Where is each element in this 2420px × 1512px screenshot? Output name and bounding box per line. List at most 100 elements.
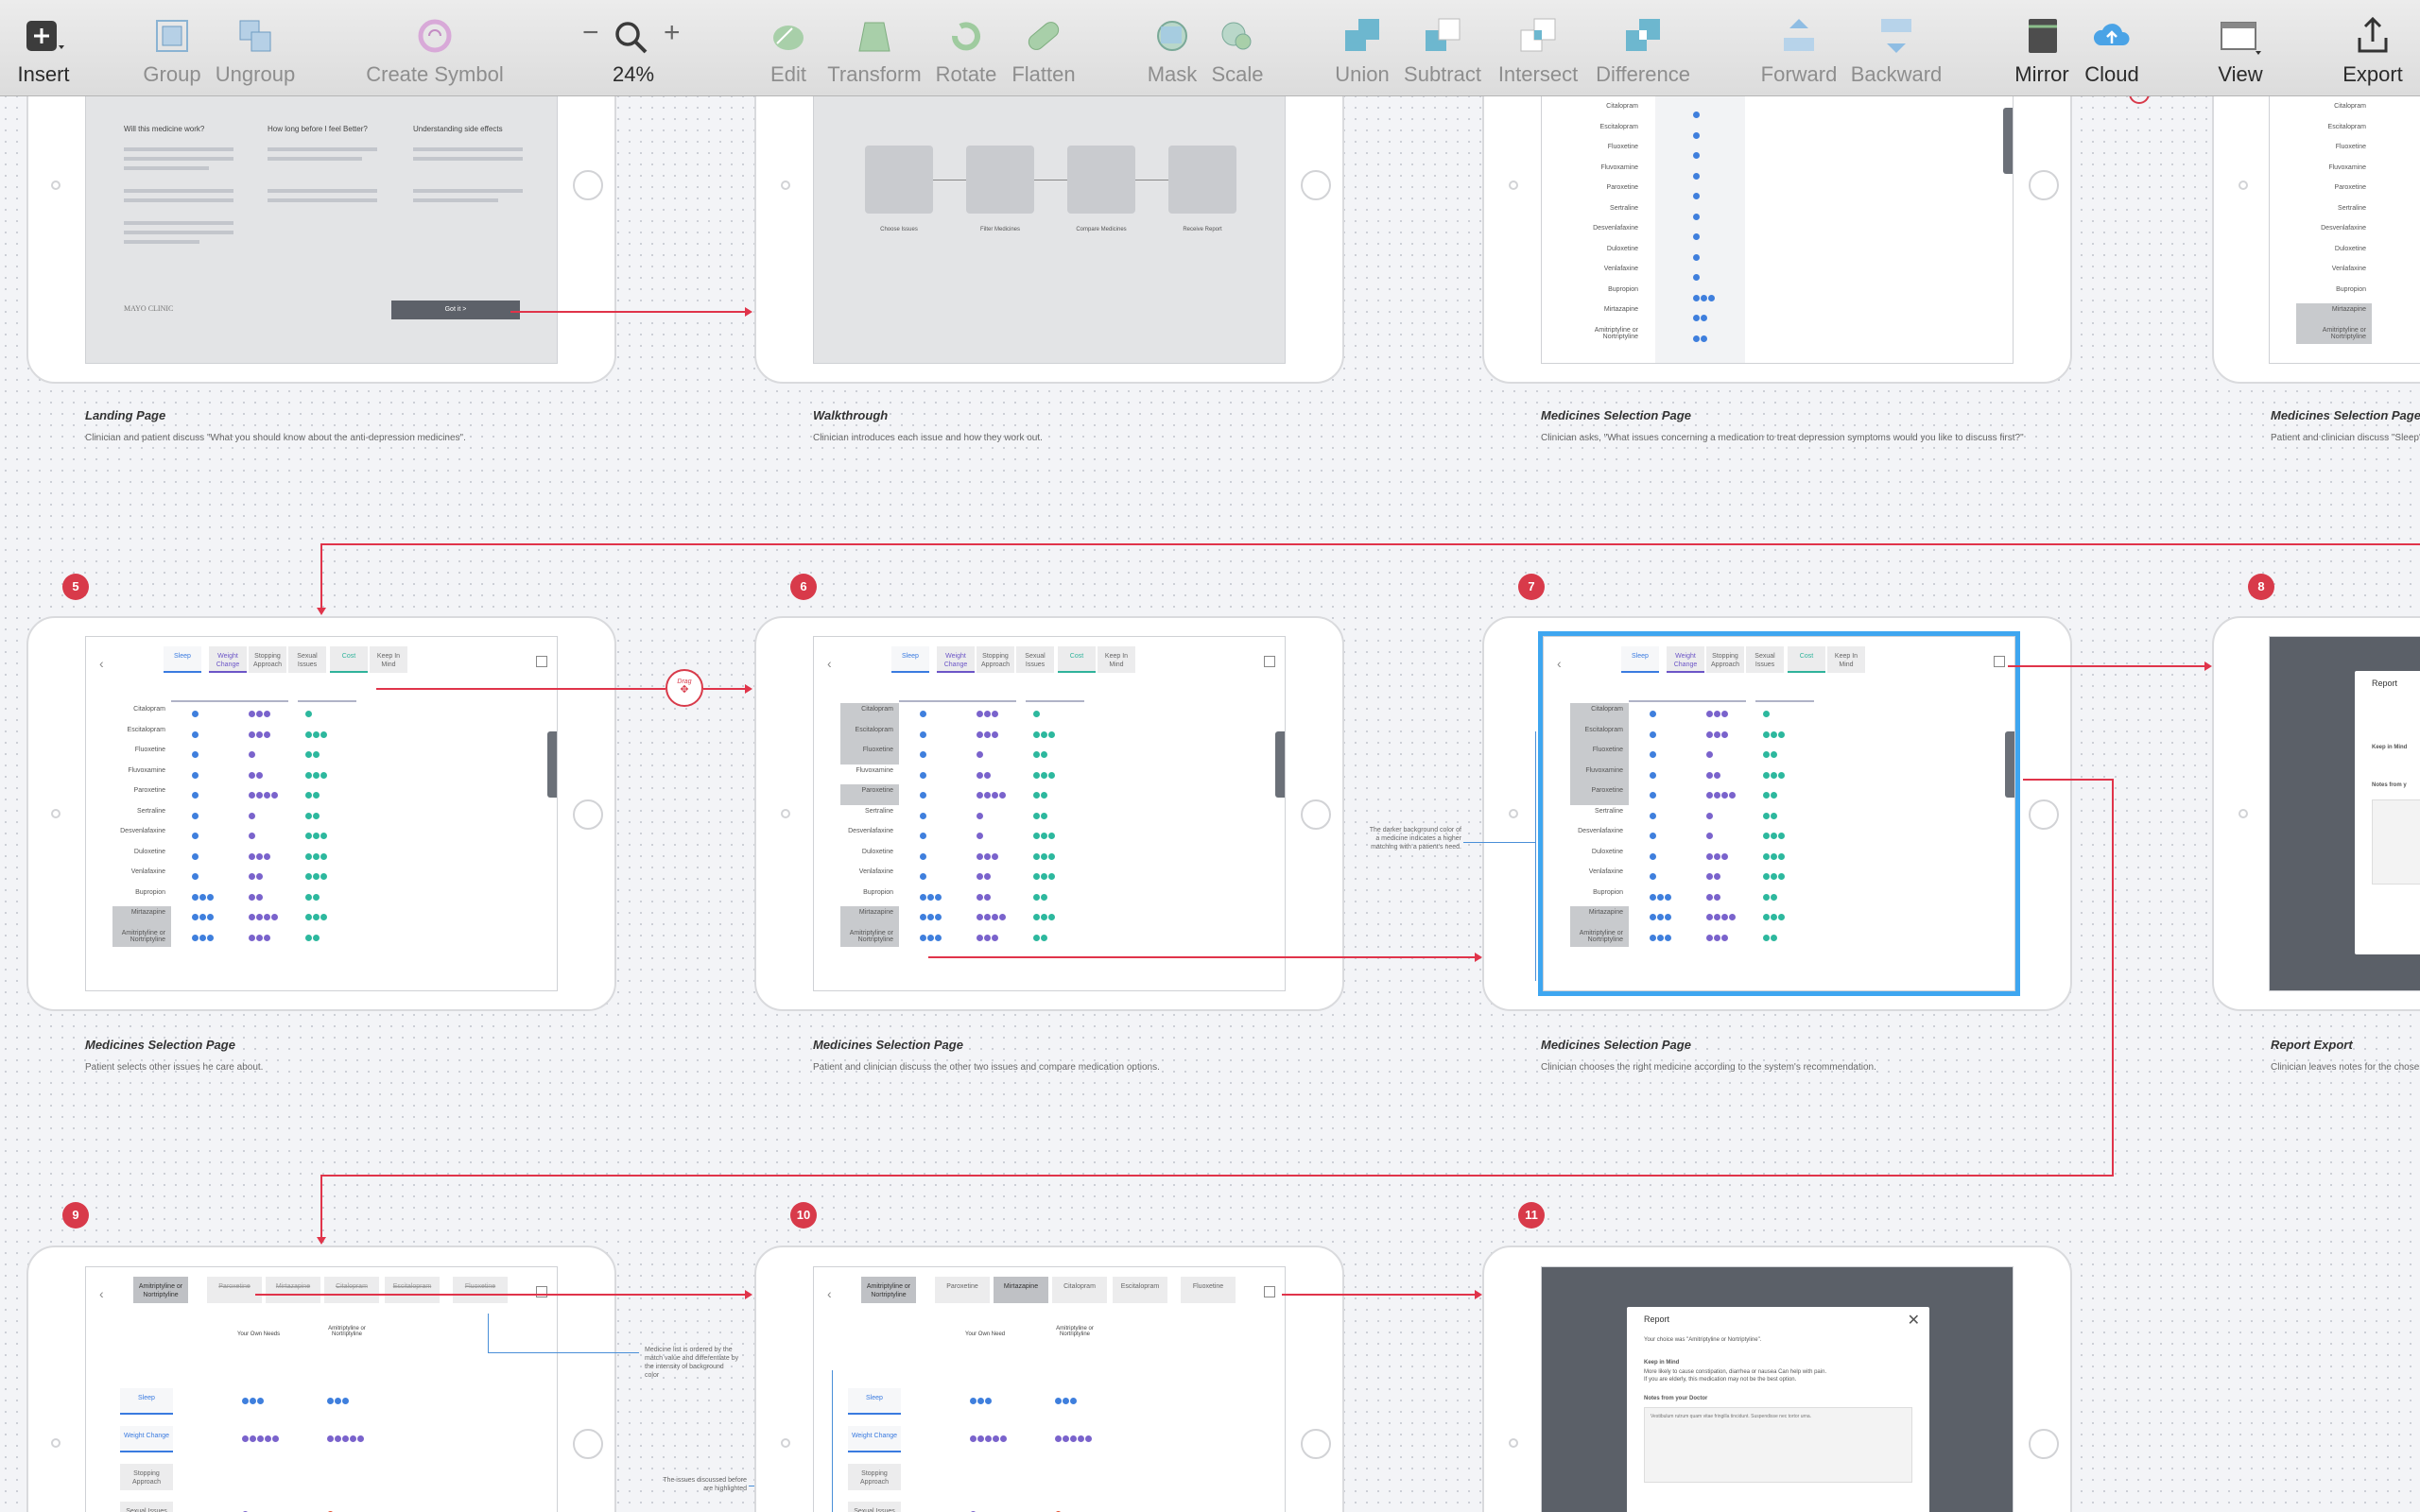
mask-button[interactable]: Mask [1142,0,1202,96]
medicine-row[interactable]: Fluvoxamine [2296,162,2372,182]
medicine-row[interactable]: Amitriptyline or Nortriptyline [2296,323,2372,344]
medicine-row[interactable]: Fluvoxamine [112,765,171,785]
got-it-button[interactable]: Got it > [391,301,520,319]
medicine-row[interactable]: Desvenlafaxine [1568,222,1644,243]
compare-tab[interactable] [2003,108,2013,174]
medicine-row[interactable]: Fluoxetine [2296,141,2372,162]
medicine-row[interactable]: Mirtazapine [2296,303,2372,324]
insert-button[interactable]: Insert [8,0,79,96]
medicine-row[interactable]: Mirtazapine [112,906,171,927]
side-issue[interactable]: Stopping Approach [848,1464,901,1490]
medicine-row[interactable]: Citalopram [1568,100,1644,121]
screen-medicines-table-selected[interactable]: ‹ Sleep Weight Change Stopping Approach Sexu… [1538,631,2020,996]
medicine-row[interactable]: Paroxetine [2296,181,2372,202]
medicine-row[interactable]: Fluoxetine [1568,141,1644,162]
side-issue[interactable]: Sexual Issues [120,1502,173,1512]
medicine-row[interactable]: Bupropion [1570,886,1629,907]
difference-button[interactable]: Difference [1592,0,1694,96]
share-icon[interactable] [536,656,547,667]
medicine-row[interactable]: Fluvoxamine [1568,162,1644,182]
medicine-row[interactable]: Citalopram [2296,100,2372,121]
tab-issue[interactable]: Cost [1788,646,1825,673]
side-issue[interactable]: Weight Change [120,1426,173,1452]
medicine-row[interactable]: Sertraline [1568,202,1644,223]
medicine-row[interactable]: Paroxetine [1568,181,1644,202]
create-symbol-button[interactable]: Create Symbol [359,0,510,96]
export-button[interactable]: Export [2335,0,2411,96]
tab-issue[interactable]: Sexual Issues [1016,646,1054,673]
medicine-row[interactable]: Mirtazapine [1570,906,1629,927]
medicine-row[interactable]: Venlafaxine [112,866,171,886]
medicine-row[interactable]: Bupropion [840,886,899,907]
medicine-row[interactable]: Sertraline [2296,202,2372,223]
tab-issue[interactable]: Keep In Mind [1827,646,1865,673]
medicine-row[interactable]: Duloxetine [2296,243,2372,264]
tab-issue[interactable]: Sleep [1621,646,1659,673]
medicine-row[interactable]: Fluvoxamine [840,765,899,785]
notes-textarea[interactable] [2372,799,2420,885]
medicine-row[interactable]: Sertraline [1570,805,1629,826]
compare-tab[interactable] [547,731,557,798]
back-icon[interactable]: ‹ [99,656,104,671]
tab-issue[interactable]: Sleep [891,646,929,673]
medicine-row[interactable]: Sertraline [840,805,899,826]
zoom-in-button[interactable]: + [664,17,681,49]
transform-button[interactable]: Transform [822,0,926,96]
medicine-row[interactable]: Paroxetine [1570,784,1629,805]
medicine-row[interactable]: Venlafaxine [2296,263,2372,284]
view-button[interactable]: View [2203,0,2278,96]
medicine-row[interactable]: Venlafaxine [1568,263,1644,284]
compare-tab-medicine[interactable]: Paroxetine [207,1277,262,1303]
scale-button[interactable]: Scale [1208,0,1267,96]
medicine-row[interactable]: Venlafaxine [1570,866,1629,886]
medicine-row[interactable]: Venlafaxine [840,866,899,886]
medicine-row[interactable]: Duloxetine [840,846,899,867]
zoom-out-button[interactable]: − [582,17,599,49]
medicine-row[interactable]: Amitriptyline or Nortriptyline [112,926,171,947]
intersect-button[interactable]: Intersect [1492,0,1584,96]
medicine-row[interactable]: Bupropion [112,886,171,907]
tab-issue[interactable]: Cost [330,646,368,673]
edit-button[interactable]: Edit [762,0,815,96]
medicine-row[interactable]: Desvenlafaxine [840,825,899,846]
close-icon[interactable]: ✕ [1908,1311,1920,1330]
union-button[interactable]: Union [1331,0,1393,96]
forward-button[interactable]: Forward [1758,0,1840,96]
subtract-button[interactable]: Subtract [1401,0,1484,96]
medicine-row[interactable]: Desvenlafaxine [112,825,171,846]
medicine-row[interactable]: Fluoxetine [840,744,899,765]
notes-textarea[interactable]: Vestibulum rutrum quam vitae fringilla t… [1644,1407,1912,1483]
medicine-row[interactable]: Escitalopram [1570,723,1629,744]
compare-tab-medicine[interactable]: Escitalopram [385,1277,440,1303]
tab-issue[interactable]: Keep In Mind [1098,646,1135,673]
tab-issue[interactable]: Weight Change [1667,646,1704,673]
backward-button[interactable]: Backward [1847,0,1945,96]
medicine-row[interactable]: Duloxetine [1570,846,1629,867]
cloud-button[interactable]: Cloud [2080,0,2144,96]
tab-issue[interactable]: Stopping Approach [977,646,1014,673]
tab-issue[interactable]: Stopping Approach [249,646,286,673]
medicine-row[interactable]: Mirtazapine [1568,303,1644,324]
medicine-row[interactable]: Amitriptyline or Nortriptyline [1568,324,1644,345]
back-icon[interactable]: ‹ [827,656,832,671]
compare-tab-medicine[interactable]: Fluoxetine [1181,1277,1236,1303]
back-icon[interactable]: ‹ [827,1286,832,1301]
compare-tab-medicine[interactable]: Mirtazapine [266,1277,320,1303]
back-icon[interactable]: ‹ [1557,656,1562,671]
medicine-row[interactable]: Citalopram [840,703,899,724]
tab-issue[interactable]: Stopping Approach [1706,646,1744,673]
compare-tab[interactable] [1275,731,1285,798]
compare-tab-medicine[interactable]: Amitriptyline or Nortriptyline [133,1277,188,1303]
medicine-row[interactable]: Duloxetine [1568,243,1644,264]
medicine-row[interactable]: Sertraline [112,805,171,826]
medicine-row[interactable]: Paroxetine [840,784,899,805]
medicine-row[interactable]: Citalopram [112,703,171,724]
compare-tab-medicine[interactable]: Citalopram [1052,1277,1107,1303]
side-issue[interactable]: Sleep [120,1388,173,1415]
compare-tab-medicine[interactable]: Fluoxetine [453,1277,508,1303]
compare-tab[interactable] [2005,731,2014,798]
share-icon[interactable] [536,1286,547,1297]
medicine-row[interactable]: Bupropion [2296,284,2372,304]
compare-tab-medicine[interactable]: Escitalopram [1113,1277,1167,1303]
compare-tab-medicine[interactable]: Citalopram [324,1277,379,1303]
